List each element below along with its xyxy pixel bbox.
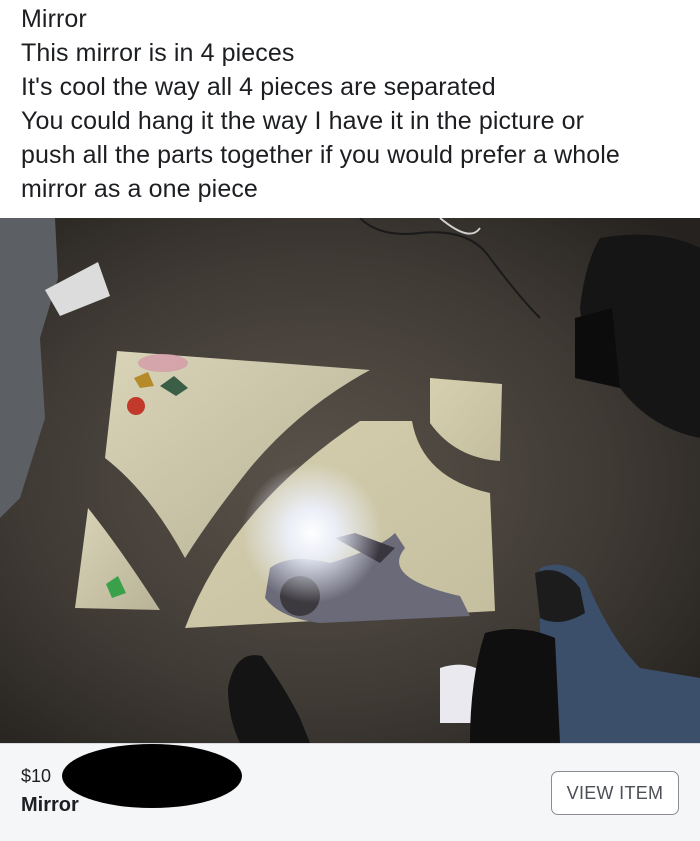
listing-bar: $10 Mirror VIEW ITEM xyxy=(0,743,700,841)
post-line: push all the parts together if you would… xyxy=(21,141,620,169)
post-line: It's cool the way all 4 pieces are separ… xyxy=(21,73,496,101)
post-line: You could hang it the way I have it in t… xyxy=(21,107,585,135)
redaction-blob xyxy=(62,744,242,808)
mirror-photo-image xyxy=(0,218,700,743)
post-line: This mirror is in 4 pieces xyxy=(21,39,295,67)
post-line-title: Mirror xyxy=(21,5,87,33)
view-item-button[interactable]: VIEW ITEM xyxy=(551,771,679,815)
post-text: Mirror This mirror is in 4 pieces It's c… xyxy=(0,0,700,218)
listing-photo[interactable] xyxy=(0,218,700,743)
item-price: $10 xyxy=(21,766,52,786)
item-title: Mirror xyxy=(21,794,79,816)
post-line: mirror as a one piece xyxy=(21,175,258,203)
